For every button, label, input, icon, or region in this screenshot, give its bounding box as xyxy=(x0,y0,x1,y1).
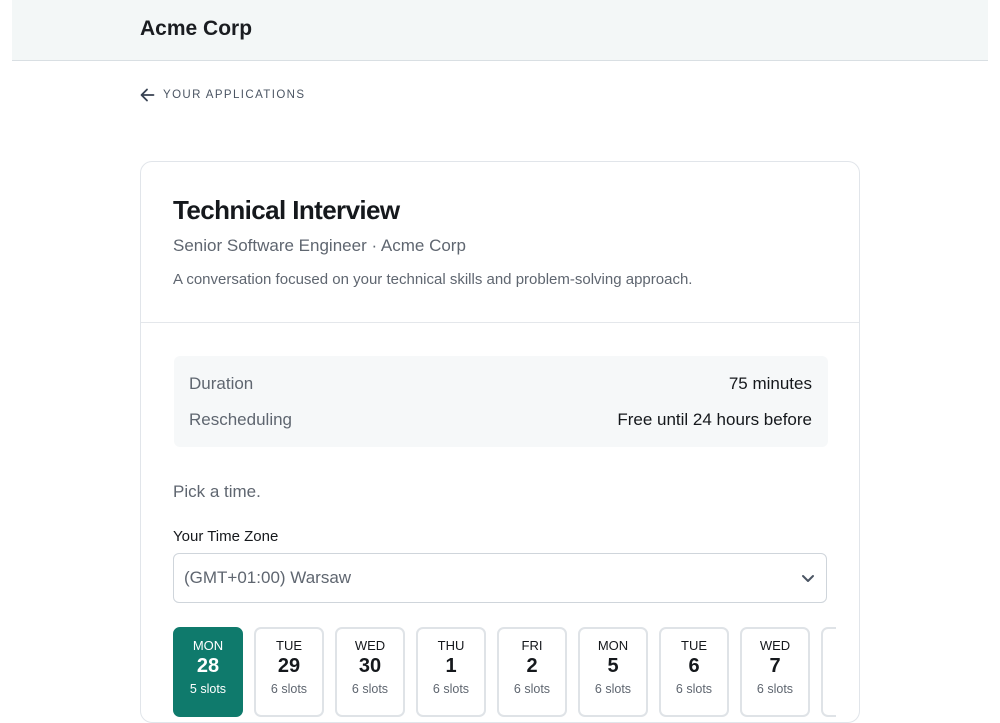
slot-count: 6 slots xyxy=(594,682,632,696)
day-number: 5 xyxy=(607,655,619,677)
day-of-week: TUE xyxy=(276,638,302,653)
interview-card: Technical Interview Senior Software Engi… xyxy=(140,161,860,723)
slot-count: 6 slots xyxy=(675,682,713,696)
day-number: 6 xyxy=(688,655,700,677)
day-of-week: WED xyxy=(354,638,386,653)
rescheduling-label: Rescheduling xyxy=(189,410,293,429)
date-option[interactable]: FRI 2 6 slots xyxy=(497,627,567,717)
day-number: 28 xyxy=(196,655,220,677)
slot-count: 6 slots xyxy=(432,682,470,696)
day-number: 1 xyxy=(445,655,457,677)
slot-count: 6 slots xyxy=(513,682,551,696)
card-divider xyxy=(141,322,859,323)
duration-label: Duration xyxy=(189,374,254,393)
slot-count: 6 slots xyxy=(756,682,794,696)
interview-subtitle: Senior Software Engineer · Acme Corp xyxy=(173,236,466,255)
arrow-left-icon xyxy=(140,88,155,102)
rescheduling-row: Rescheduling Free until 24 hours before xyxy=(189,408,812,432)
day-number: 29 xyxy=(277,655,301,677)
top-header: Acme Corp xyxy=(12,0,988,61)
slot-count: 6 slots xyxy=(270,682,308,696)
back-link-label: YOUR APPLICATIONS xyxy=(163,89,306,101)
date-option[interactable]: THU 1 6 slots xyxy=(416,627,486,717)
pick-time-prompt: Pick a time. xyxy=(173,482,261,501)
slot-count: 6 slots xyxy=(351,682,389,696)
date-option[interactable]: MON 5 6 slots xyxy=(578,627,648,717)
date-option[interactable] xyxy=(821,627,836,717)
day-of-week: TUE xyxy=(681,638,707,653)
day-number: 2 xyxy=(526,655,538,677)
chevron-down-icon xyxy=(800,570,816,591)
date-picker-strip: MON 28 5 slots TUE 29 6 slots WED 30 6 slots THU 1… xyxy=(173,627,836,722)
duration-value: 75 minutes xyxy=(728,374,812,393)
rescheduling-value: Free until 24 hours before xyxy=(617,410,812,429)
day-of-week: MON xyxy=(192,638,224,653)
day-of-week: WED xyxy=(759,638,791,653)
day-of-week: THU xyxy=(437,638,465,653)
duration-row: Duration 75 minutes xyxy=(189,372,812,396)
interview-description: A conversation focused on your technical… xyxy=(173,271,693,288)
day-number: 30 xyxy=(358,655,382,677)
slot-count: 5 slots xyxy=(189,682,227,696)
timezone-value: (GMT+01:00) Warsaw xyxy=(184,568,352,587)
brand-name: Acme Corp xyxy=(140,17,253,40)
back-to-applications-link[interactable]: YOUR APPLICATIONS xyxy=(140,86,305,104)
day-number: 7 xyxy=(769,655,781,677)
date-option[interactable]: WED 30 6 slots xyxy=(335,627,405,717)
date-option[interactable]: WED 7 6 slots xyxy=(740,627,810,717)
timezone-label: Your Time Zone xyxy=(173,528,279,545)
date-option[interactable]: TUE 6 6 slots xyxy=(659,627,729,717)
day-of-week: FRI xyxy=(521,638,543,653)
interview-title: Technical Interview xyxy=(173,195,400,225)
date-option[interactable]: MON 28 5 slots xyxy=(173,627,243,717)
timezone-select[interactable]: (GMT+01:00) Warsaw xyxy=(173,553,827,603)
interview-details-panel: Duration 75 minutes Rescheduling Free un… xyxy=(174,356,828,447)
date-option[interactable]: TUE 29 6 slots xyxy=(254,627,324,717)
day-of-week: MON xyxy=(597,638,629,653)
